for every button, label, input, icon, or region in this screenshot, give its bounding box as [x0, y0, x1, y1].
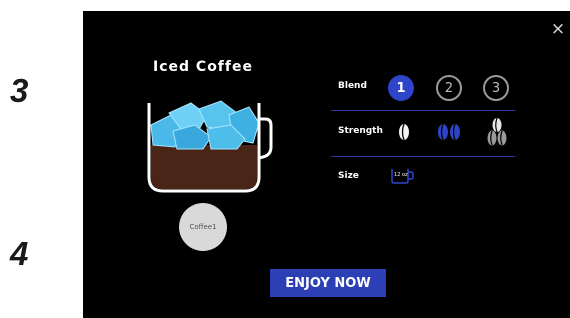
drink-title: Iced Coffee [153, 59, 253, 75]
instruction-page: 3 4 × Iced Coffee Coffee1 Blend 1 2 3 St… [0, 0, 570, 318]
size-value: 12 oz [394, 172, 408, 178]
blend-option-1[interactable]: 1 [388, 75, 414, 101]
enjoy-now-button[interactable]: ENJOY NOW [270, 269, 386, 297]
coffee-button[interactable]: Coffee1 [179, 203, 227, 251]
size-cup-button[interactable]: 12 oz [390, 167, 416, 185]
divider [331, 110, 515, 111]
blend-label: Blend [338, 81, 367, 91]
iced-coffee-cup-icon [147, 100, 273, 193]
blend-option-3[interactable]: 3 [483, 75, 509, 101]
close-icon[interactable]: × [550, 21, 566, 38]
triple-bean-icon[interactable] [486, 117, 508, 147]
step-number-4: 4 [10, 235, 29, 272]
blend-option-2[interactable]: 2 [436, 75, 462, 101]
double-bean-icon[interactable] [436, 123, 462, 141]
step-number-3: 3 [10, 72, 29, 109]
divider [331, 156, 515, 157]
strength-label: Strength [338, 126, 383, 136]
single-bean-icon[interactable] [397, 123, 411, 141]
size-label: Size [338, 171, 359, 181]
machine-screen: × Iced Coffee Coffee1 Blend 1 2 3 Streng… [83, 11, 570, 318]
